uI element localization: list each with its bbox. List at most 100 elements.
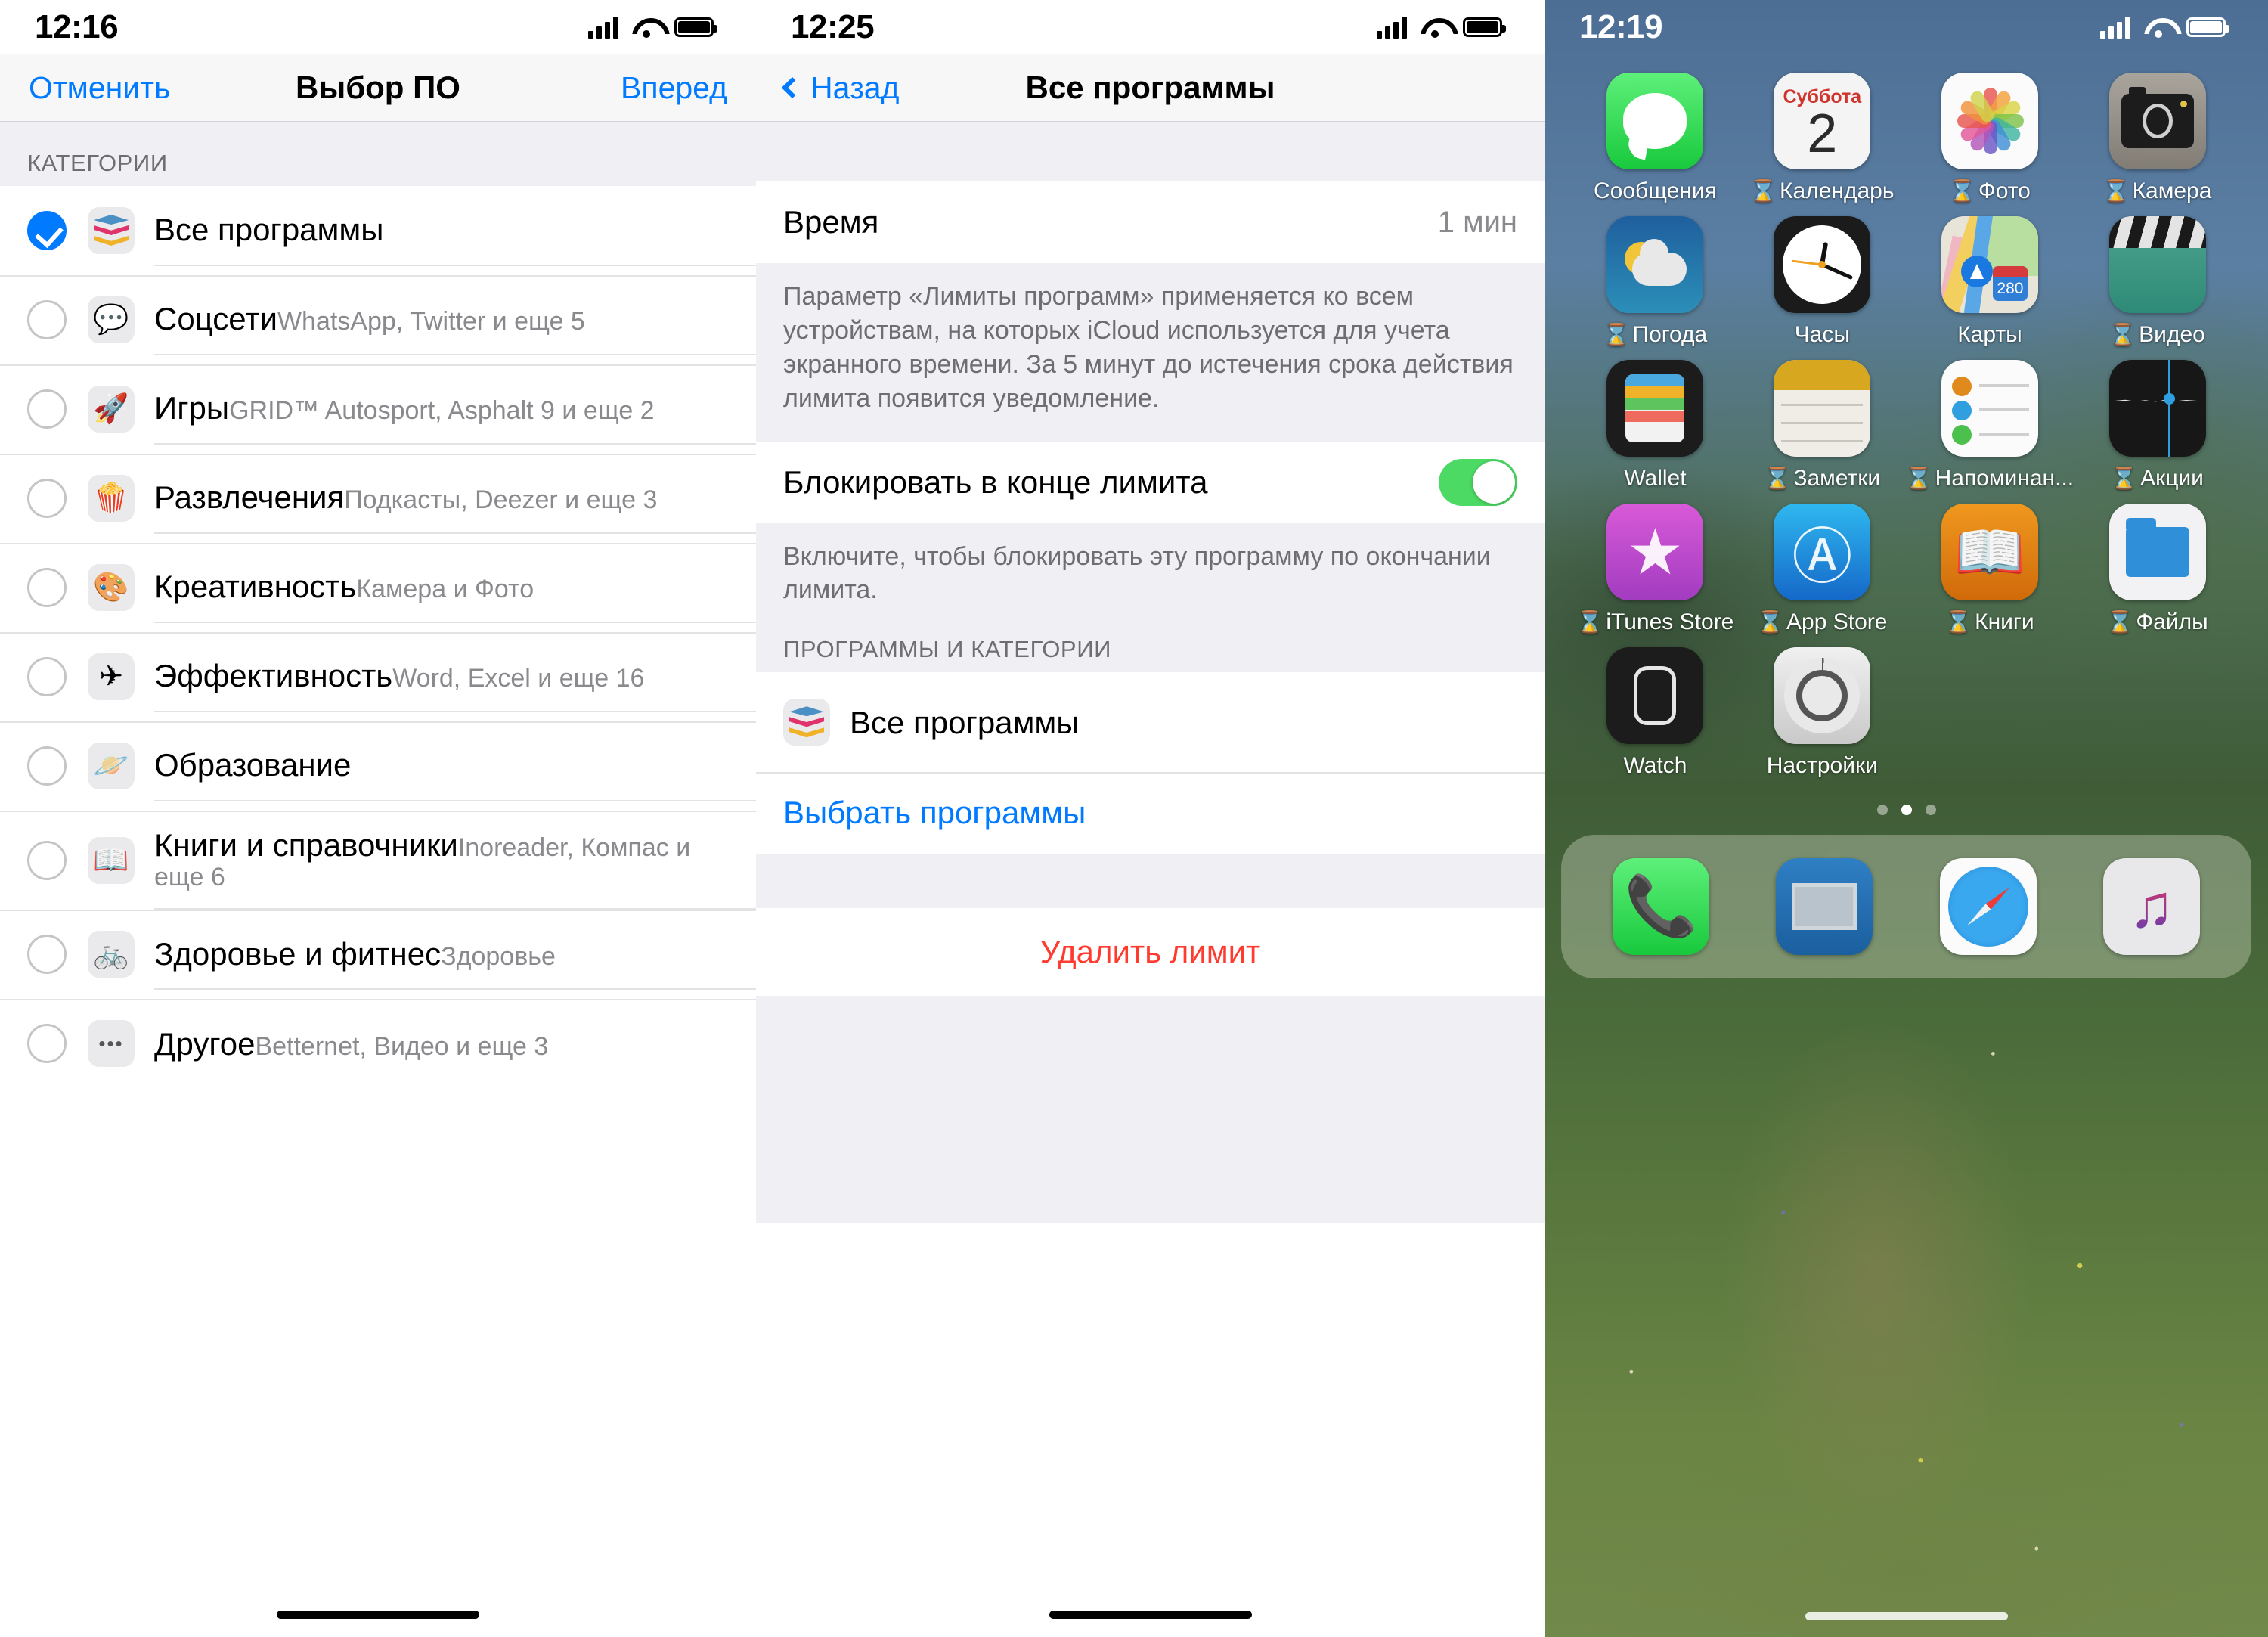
chat-heart-icon: 💬 [88,296,135,343]
safari-icon[interactable] [1939,858,2037,955]
group-spacer [756,122,1545,181]
time-row[interactable]: Время 1 мин [756,181,1545,263]
category-radio[interactable] [27,211,67,250]
app-label: ⌛ Камера [2102,178,2212,203]
choose-apps-link[interactable]: Выбрать программы [756,772,1545,854]
home-app-app-store[interactable]: Ⓐ ⌛ App Store [1739,504,1906,635]
category-row[interactable]: ✈ ЭффективностьWord, Excel и еще 16 [0,632,756,721]
watch-icon [1606,647,1704,744]
hourglass-icon: ⌛ [1576,610,1603,634]
home-app-calendar[interactable]: Суббота 2 ⌛ Календарь [1739,73,1906,204]
status-bar-3: 12:19 [1545,0,2268,54]
category-radio[interactable] [27,657,67,696]
category-row[interactable]: 🪐 Образование [0,721,756,811]
home-app-notes[interactable]: ⌛ Заметки [1739,360,1906,491]
category-row[interactable]: 💬 СоцсетиWhatsApp, Twitter и еще 5 [0,275,756,364]
screen-app-limit-detail: 12:25 Назад Все программы Время 1 мин Па… [756,0,1545,1637]
time-row-label: Время [783,204,879,240]
category-subtitle: Подкасты, Deezer и еще 3 [344,485,658,515]
category-row[interactable]: ••• ДругоеBetternet, Видео и еще 3 [0,999,756,1089]
group-spacer-2 [756,854,1545,909]
block-at-limit-row[interactable]: Блокировать в конце лимита [756,441,1545,523]
back-button-label: Назад [810,70,900,105]
home-app-stocks[interactable]: ⌛ Акции [2074,360,2241,491]
category-radio[interactable] [27,746,67,786]
hourglass-icon: ⌛ [2111,467,2138,490]
home-app-camera[interactable]: ⌛ Камера [2074,73,2241,204]
category-row[interactable]: 🎨 КреативностьКамера и Фото [0,543,756,632]
page-indicator-dots[interactable] [1545,805,2268,815]
hourglass-icon: ⌛ [1764,467,1791,490]
category-row[interactable]: 📖 Книги и справочникиInoreader, Компас и … [0,811,756,910]
wifi-icon [2144,17,2173,38]
app-label: ⌛ Акции [2111,466,2204,491]
app-label: ⌛ Файлы [2106,609,2208,634]
home-app-watch[interactable]: Watch [1572,647,1739,779]
hourglass-icon: ⌛ [1757,610,1784,634]
delete-limit-button[interactable]: Удалить лимит [756,908,1545,997]
category-radio[interactable] [27,479,67,518]
app-label: ⌛ Погода [1603,322,1708,347]
categories-section-header: КАТЕГОРИИ [0,122,756,186]
category-radio[interactable] [27,840,67,880]
category-subtitle: Word, Excel и еще 16 [392,664,645,693]
home-app-settings[interactable]: Настройки [1739,647,1906,779]
hourglass-icon: ⌛ [2102,179,2130,203]
home-app-maps[interactable]: 280 Карты [1906,216,2074,348]
home-app-photos[interactable]: ⌛ Фото [1906,73,2074,204]
category-subtitle: GRID™ Autosport, Asphalt 9 и еще 2 [229,396,655,426]
category-radio[interactable] [27,300,67,339]
hourglass-icon: ⌛ [2109,323,2136,346]
battery-icon [1463,17,1506,37]
category-list: Все программы 💬 СоцсетиWhatsApp, Twitter и… [0,186,756,1089]
category-row[interactable]: 🍿 РазвлеченияПодкасты, Deezer и еще 3 [0,454,756,543]
dock: 📞 ♫ [1561,835,2251,978]
cellular-signal-icon [2100,16,2130,39]
category-radio[interactable] [27,1024,67,1064]
home-app-clock[interactable]: Часы [1739,216,1906,348]
home-app-files[interactable]: ⌛ Файлы [2074,504,2241,635]
music-icon[interactable]: ♫ [2102,858,2200,955]
home-app-video[interactable]: ⌛ Видео [2074,216,2241,348]
mail-icon[interactable] [1776,858,1873,955]
home-app-books[interactable]: 📖 ⌛ Книги [1906,504,2074,635]
category-title: Другое [154,1025,256,1062]
hourglass-icon: ⌛ [1905,467,1932,490]
all-apps-row[interactable]: Все программы [756,672,1545,773]
status-time: 12:16 [35,8,119,45]
group-spacer-3 [756,996,1545,1223]
home-app-messages[interactable]: Сообщения [1572,73,1739,204]
chevron-left-icon [781,76,804,99]
nav-bar-1: Отменить Выбор ПО Вперед [0,54,756,122]
ellipsis-icon: ••• [88,1020,135,1068]
category-row[interactable]: 🚲 Здоровье и фитнесЗдоровье [0,910,756,1000]
app-label: ⌛ Книги [1945,609,2034,634]
cancel-button[interactable]: Отменить [29,70,170,106]
status-indicators [2100,16,2229,39]
home-app-itunes-store[interactable]: ★ ⌛ iTunes Store [1572,504,1739,635]
screen-ios-home: 12:19 Сообщения Суббота 2 ⌛ Календарь ⌛ Фото ⌛ К… [1545,0,2268,1637]
all-apps-row-label: Все программы [850,704,1080,740]
home-app-wallet[interactable]: Wallet [1572,360,1739,491]
time-footnote: Параметр «Лимиты программ» применяется к… [756,263,1545,442]
category-radio[interactable] [27,568,67,607]
next-button[interactable]: Вперед [621,70,727,106]
home-app-reminders[interactable]: ⌛ Напоминан... [1906,360,2074,491]
block-at-limit-toggle[interactable] [1439,458,1517,506]
page-dot[interactable] [1925,805,1936,815]
video-icon [2108,216,2206,313]
category-row[interactable]: Все программы [0,186,756,275]
back-button[interactable]: Назад [781,70,900,106]
status-indicators [588,16,717,39]
hourglass-icon: ⌛ [1750,179,1777,203]
category-row[interactable]: 🚀 ИгрыGRID™ Autosport, Asphalt 9 и еще 2 [0,364,756,454]
category-radio[interactable] [27,389,67,429]
app-label: Сообщения [1594,178,1717,203]
phone-icon[interactable]: 📞 [1613,858,1710,955]
page-dot[interactable] [1901,805,1912,815]
hourglass-icon: ⌛ [1949,179,1975,203]
page-dot[interactable] [1876,805,1888,815]
category-radio[interactable] [27,935,67,975]
home-app-weather[interactable]: ⌛ Погода [1572,216,1739,348]
hourglass-icon: ⌛ [2106,610,2133,634]
